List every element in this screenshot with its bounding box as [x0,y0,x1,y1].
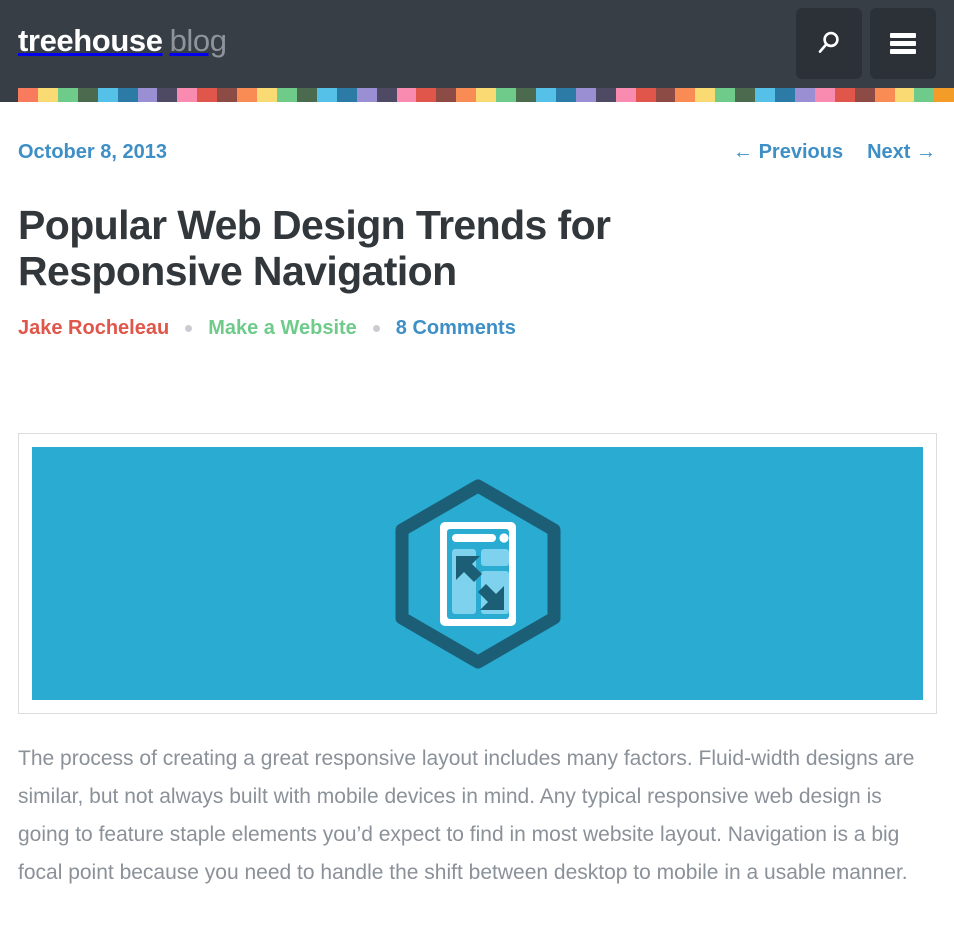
main-content: October 8, 2013 ← Previous Next → Popula… [0,138,954,892]
stripe-segment [535,88,556,102]
stripe-segment [814,88,835,102]
post-category-link[interactable]: Make a Website [208,315,357,341]
stripe-segment [595,88,616,102]
stripe-segment [197,88,218,102]
stripe-segment [575,88,596,102]
stripe-segment [57,88,78,102]
color-stripe [0,88,954,102]
post-navigation: ← Previous Next → [733,138,936,166]
stripe-segment [794,88,815,102]
hamburger-bar [890,41,916,46]
stripe-segment [97,88,118,102]
stripe-segment [356,88,377,102]
stripe-segment [894,88,915,102]
site-header: treehouse blog [0,0,954,88]
logo-primary-text: treehouse [18,23,163,58]
stripe-segment [735,88,756,102]
meta-separator-dot [185,324,193,332]
stripe-segment [615,88,636,102]
stripe-segment [914,88,935,102]
stripe-segment [316,88,337,102]
stripe-segment [157,88,178,102]
next-post-label: Next [867,141,911,163]
stripe-segment [775,88,795,102]
stripe-segment [336,88,357,102]
stripe-segment [695,88,716,102]
search-button[interactable] [796,8,862,79]
stripe-segment [476,88,497,102]
stripe-segment [934,88,954,102]
stripe-segment [18,88,38,102]
post-header-bar: October 8, 2013 ← Previous Next → [18,138,936,184]
next-post-link[interactable]: Next → [867,138,936,166]
post-comments-link[interactable]: 8 Comments [396,315,516,341]
stripe-segment [257,88,277,102]
responsive-layout-badge-icon [395,479,560,668]
stripe-segment [675,88,696,102]
stripe-segment [296,88,317,102]
stripe-segment [496,88,517,102]
header-button-group [796,8,936,79]
hamburger-bar [890,49,916,54]
stripe-segment [834,88,855,102]
stripe-segment [396,88,417,102]
arrow-right-icon: → [916,141,936,163]
previous-post-link[interactable]: ← Previous [733,138,843,166]
logo-secondary-text: blog [169,23,227,58]
post-paragraph: The process of creating a great responsi… [18,747,915,884]
menu-button[interactable] [870,8,936,79]
post-date[interactable]: October 8, 2013 [18,138,167,166]
post-author-link[interactable]: Jake Rocheleau [18,315,169,341]
stripe-segment [436,88,457,102]
search-icon [816,29,843,59]
stripe-segment [456,88,477,102]
stripe-segment [77,88,98,102]
stripe-segment [276,88,297,102]
stripe-segment [874,88,895,102]
hamburger-bar [890,33,916,38]
page-title: Popular Web Design Trends for Responsive… [18,202,611,294]
previous-post-label: Previous [758,141,844,163]
stripe-segment [37,88,58,102]
meta-separator-dot [372,324,380,332]
stripe-segment [715,88,736,102]
stripe-segment [177,88,198,102]
stripe-segment [137,88,158,102]
stripe-segment [755,88,776,102]
featured-image [32,447,923,700]
stripe-segment [416,88,437,102]
stripe-segment [516,88,536,102]
stripe-segment [117,88,138,102]
stripe-segment [655,88,676,102]
stripe-segment [376,88,397,102]
stripe-segment [854,88,875,102]
hamburger-icon [890,33,916,54]
featured-image-frame [18,433,937,714]
post-body: The process of creating a great responsi… [18,740,936,892]
arrow-left-icon: ← [733,141,754,163]
stripe-segment [635,88,656,102]
post-meta: Jake Rocheleau Make a Website 8 Comments [18,315,936,341]
stripe-segment [555,88,576,102]
stripe-segment [237,88,258,102]
site-logo[interactable]: treehouse blog [18,21,227,61]
stripe-segment [217,88,238,102]
